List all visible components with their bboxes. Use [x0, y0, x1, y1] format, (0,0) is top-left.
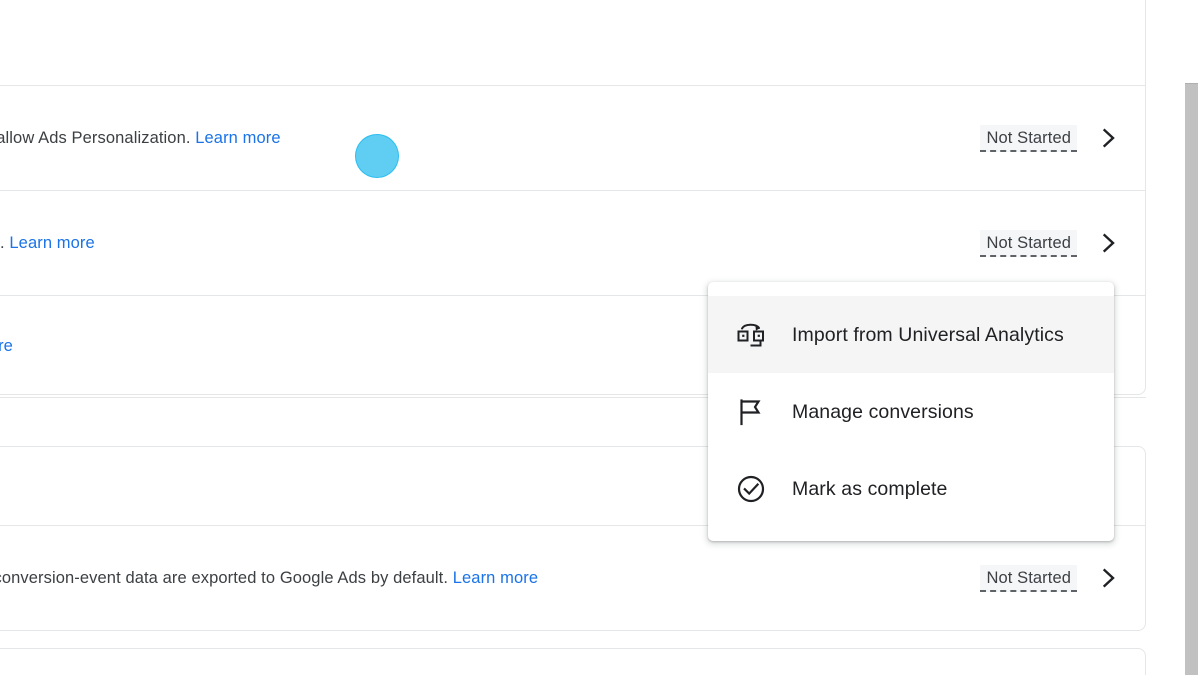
setup-card-3: [0, 648, 1146, 675]
menu-item-label: Mark as complete: [792, 477, 948, 500]
learn-more-link-1[interactable]: Learn more: [195, 129, 280, 147]
setup-row-ads-personalization[interactable]: who allow Ads Personalization. Learn mor…: [0, 86, 1145, 191]
check-circle-icon: [734, 472, 768, 506]
setup-row-business-description: iness.: [0, 234, 5, 252]
chevron-right-icon[interactable]: [1095, 230, 1121, 256]
status-badge-2[interactable]: Not Started: [980, 229, 1077, 257]
setup-row-partial-top[interactable]: [0, 0, 1145, 86]
setup-row-bottom-sliver[interactable]: [0, 649, 1145, 675]
scrollbar-track[interactable]: [1184, 0, 1200, 675]
setup-row-ads-personalization-text: who allow Ads Personalization. Learn mor…: [0, 126, 960, 150]
menu-item-import-from-universal-analytics[interactable]: Import from Universal Analytics: [708, 296, 1114, 373]
setup-row-google-ads-export-actions: Not Started: [980, 564, 1121, 592]
flag-icon: [734, 395, 768, 429]
status-badge-3[interactable]: Not Started: [980, 564, 1077, 592]
menu-item-mark-as-complete[interactable]: Mark as complete: [708, 450, 1114, 527]
learn-more-link-3[interactable]: n more: [0, 337, 13, 355]
menu-item-label: Import from Universal Analytics: [792, 323, 1064, 346]
setup-row-business[interactable]: iness. Learn more Not Started: [0, 191, 1145, 296]
app-viewport: who allow Ads Personalization. Learn mor…: [0, 0, 1200, 675]
setup-row-google-ads-export-text: and conversion-event data are exported t…: [0, 566, 960, 590]
import-swap-icon: [734, 318, 768, 352]
chevron-right-icon[interactable]: [1095, 125, 1121, 151]
chevron-right-icon[interactable]: [1095, 565, 1121, 591]
menu-item-manage-conversions[interactable]: Manage conversions: [708, 373, 1114, 450]
setup-row-google-ads-export-description: and conversion-event data are exported t…: [0, 569, 453, 587]
scrollbar-thumb[interactable]: [1185, 83, 1198, 675]
setup-row-ads-personalization-actions: Not Started: [980, 124, 1121, 152]
setup-row-google-ads-export[interactable]: and conversion-event data are exported t…: [0, 526, 1145, 630]
menu-item-label: Manage conversions: [792, 400, 974, 423]
status-badge-1[interactable]: Not Started: [980, 124, 1077, 152]
context-menu: Import from Universal Analytics Manage c…: [708, 282, 1114, 541]
setup-row-business-text: iness. Learn more: [0, 231, 960, 255]
setup-row-ads-personalization-description: who allow Ads Personalization.: [0, 129, 191, 147]
learn-more-link-2[interactable]: Learn more: [9, 234, 94, 252]
setup-row-business-actions: Not Started: [980, 229, 1121, 257]
learn-more-link-4[interactable]: Learn more: [453, 569, 538, 587]
